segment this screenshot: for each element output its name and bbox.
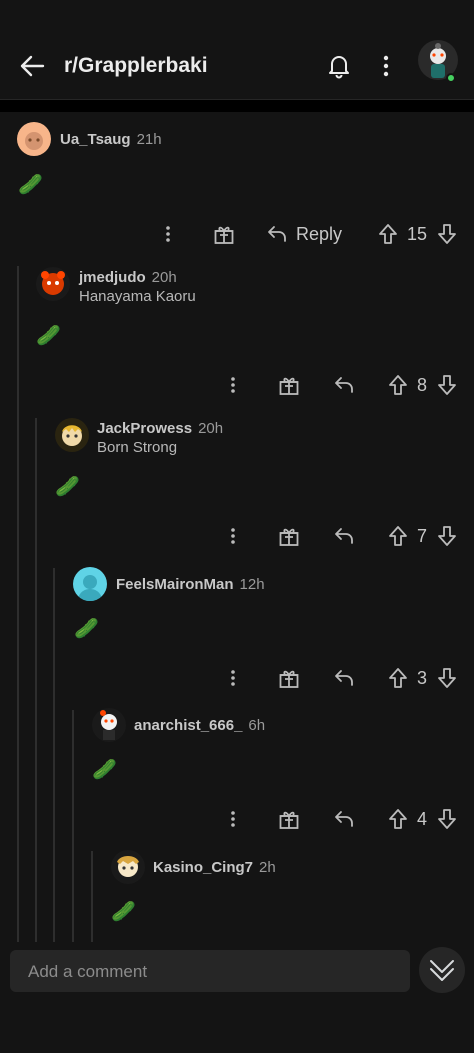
thread-line[interactable] <box>53 568 55 942</box>
collapse-thread-button[interactable] <box>419 947 465 993</box>
comment-body: 🥒 <box>111 901 136 923</box>
back-arrow-icon[interactable] <box>18 52 46 80</box>
award-icon[interactable] <box>277 522 301 550</box>
more-vertical-icon[interactable] <box>223 805 243 833</box>
comment-actions: 4 <box>0 805 474 833</box>
comment-body: 🥒 <box>36 325 61 347</box>
add-comment-input[interactable]: Add a comment <box>10 950 410 992</box>
downvote-icon[interactable] <box>436 664 458 692</box>
vote-count: 7 <box>416 525 427 546</box>
collapse-chevron-icon <box>430 960 454 981</box>
reply-button[interactable]: Reply <box>266 220 356 248</box>
vote-count: 3 <box>416 667 427 688</box>
award-icon[interactable] <box>277 371 301 399</box>
downvote-icon[interactable] <box>436 220 458 248</box>
username-text[interactable]: anarchist_666_ <box>134 717 242 734</box>
comment-body: 🥒 <box>92 759 117 781</box>
comment-body: 🥒 <box>74 618 99 640</box>
vote-count: 15 <box>406 223 428 244</box>
upvote-icon[interactable] <box>387 522 409 550</box>
comment-username[interactable]: JackProwess 20h <box>97 420 223 437</box>
username-text[interactable]: FeelsMaironMan <box>116 576 234 593</box>
vote-count: 8 <box>416 374 427 395</box>
subreddit-title[interactable]: r/Grapplerbaki <box>64 54 208 78</box>
reply-icon[interactable] <box>332 805 356 833</box>
more-vertical-icon[interactable] <box>223 522 243 550</box>
avatar[interactable] <box>36 267 70 301</box>
user-flair: Hanayama Kaoru <box>79 288 196 305</box>
username-text[interactable]: jmedjudo <box>79 269 146 286</box>
avatar[interactable] <box>92 708 126 742</box>
comment-body: 🥒 <box>55 476 80 498</box>
username-text[interactable]: JackProwess <box>97 420 192 437</box>
comment-age: 2h <box>259 859 276 876</box>
reply-icon[interactable] <box>332 522 356 550</box>
award-icon[interactable] <box>277 664 301 692</box>
comment-username[interactable]: FeelsMaironMan 12h <box>116 576 265 593</box>
separator <box>0 100 474 112</box>
comment-actions: Reply 15 <box>0 220 474 248</box>
comment-username[interactable]: Kasino_Cing7 2h <box>153 859 276 876</box>
downvote-icon[interactable] <box>436 522 458 550</box>
downvote-icon[interactable] <box>436 371 458 399</box>
comment-username[interactable]: Ua_Tsaug 21h <box>60 131 162 148</box>
thread-line[interactable] <box>17 266 19 942</box>
thread-line[interactable] <box>91 851 93 942</box>
upvote-icon[interactable] <box>387 805 409 833</box>
comment-age: 6h <box>248 717 266 734</box>
bell-icon[interactable] <box>326 53 352 79</box>
comment-age: 21h <box>136 131 162 148</box>
upvote-icon[interactable] <box>387 371 409 399</box>
downvote-icon[interactable] <box>436 805 458 833</box>
avatar[interactable] <box>55 418 89 452</box>
avatar[interactable] <box>17 122 51 156</box>
more-vertical-icon[interactable] <box>223 664 243 692</box>
user-flair: Born Strong <box>97 439 178 456</box>
top-app-bar: r/Grapplerbaki <box>0 0 474 100</box>
comment-thread: Ua_Tsaug 21h 🥒 Reply 15 jmedjudo 20h Hanay… <box>0 112 474 942</box>
comment-age: 12h <box>239 576 265 593</box>
username-text[interactable]: Ua_Tsaug <box>60 131 131 148</box>
comment-actions: 7 <box>0 522 474 550</box>
comment-username[interactable]: jmedjudo 20h <box>79 269 177 286</box>
more-vertical-icon[interactable] <box>223 371 243 399</box>
comment-username[interactable]: anarchist_666_ 6h <box>134 717 265 734</box>
avatar[interactable] <box>73 567 107 601</box>
upvote-icon[interactable] <box>377 220 399 248</box>
reply-icon[interactable] <box>332 664 356 692</box>
avatar[interactable] <box>111 850 145 884</box>
comment-actions: 8 <box>0 371 474 399</box>
reply-label[interactable]: Reply <box>296 224 342 245</box>
comment-composer: Add a comment <box>0 942 474 1053</box>
more-vertical-icon[interactable] <box>376 54 396 78</box>
username-text[interactable]: Kasino_Cing7 <box>153 859 253 876</box>
comment-age: 20h <box>198 420 224 437</box>
award-icon[interactable] <box>212 220 236 248</box>
reply-icon[interactable] <box>332 371 356 399</box>
reply-icon[interactable] <box>266 224 288 244</box>
comment-age: 20h <box>151 269 177 286</box>
comment-actions: 3 <box>0 664 474 692</box>
award-icon[interactable] <box>277 805 301 833</box>
online-status-indicator <box>446 73 456 83</box>
vote-count: 4 <box>416 808 427 829</box>
upvote-icon[interactable] <box>387 664 409 692</box>
more-vertical-icon[interactable] <box>158 220 178 248</box>
comment-body: 🥒 <box>18 174 43 196</box>
